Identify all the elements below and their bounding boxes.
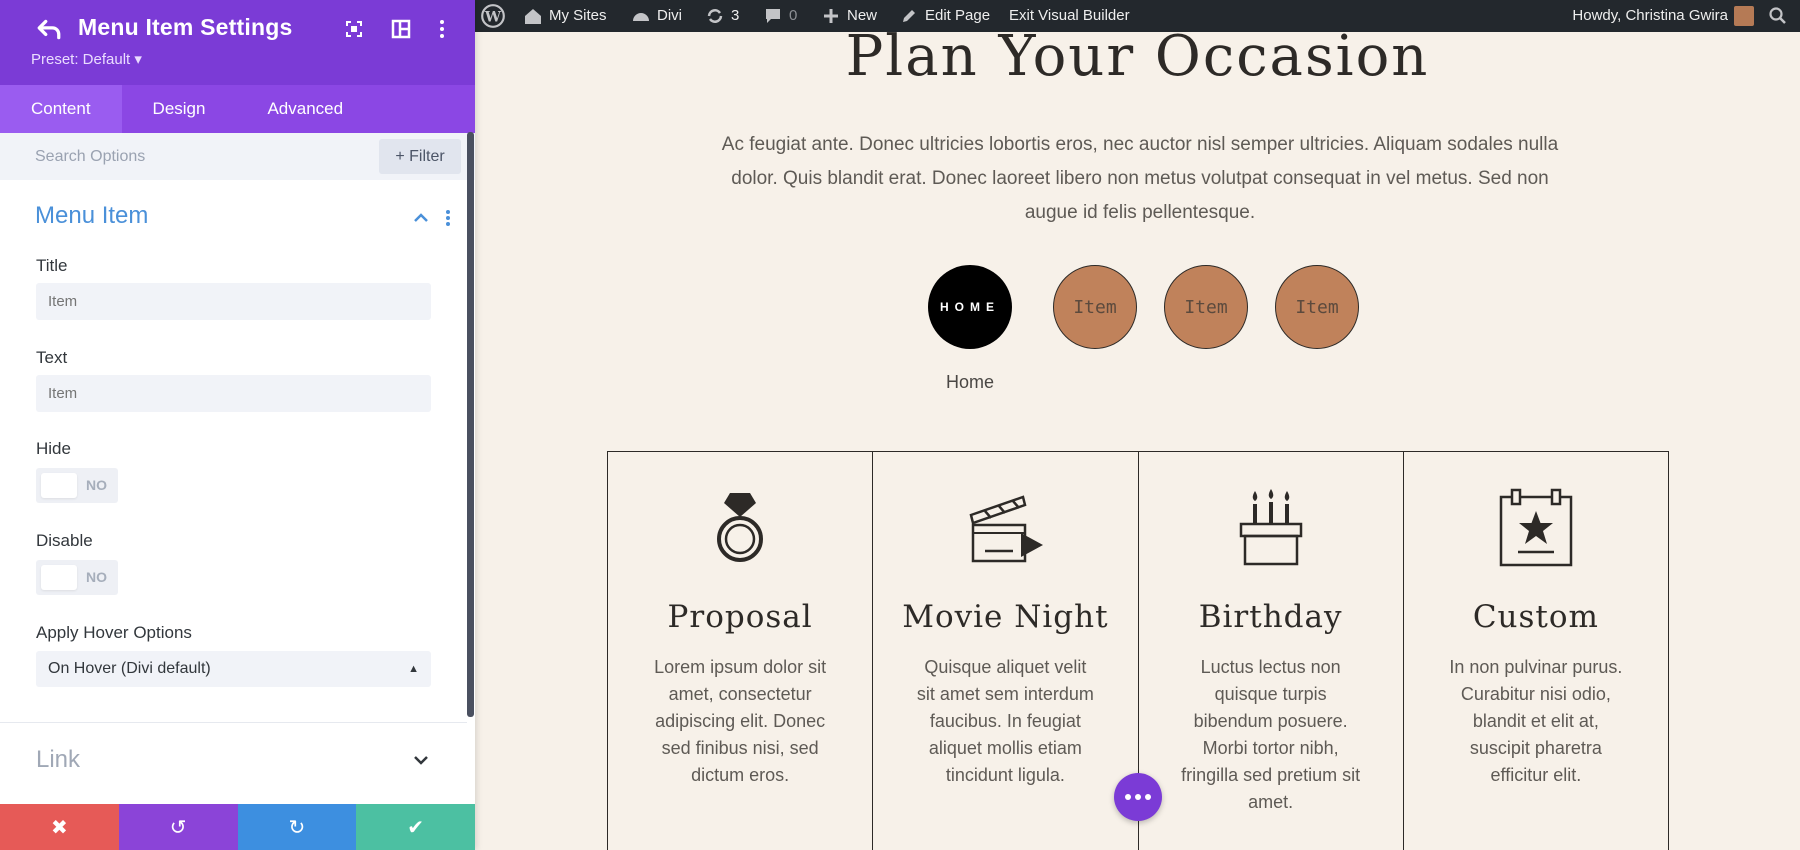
layout-columns-icon[interactable] bbox=[390, 18, 412, 40]
select-arrows-icon: ▲ bbox=[408, 663, 419, 675]
card-custom: Custom In non pulvinar purus. Curabitur … bbox=[1404, 452, 1668, 850]
section-title-menu-item[interactable]: Menu Item bbox=[35, 202, 148, 230]
svg-text:W: W bbox=[484, 8, 502, 25]
menu-item-home[interactable]: HOME bbox=[928, 265, 1012, 349]
dot-icon bbox=[1135, 794, 1141, 800]
builder-menu-button[interactable] bbox=[1114, 773, 1162, 821]
search-row: + Filter bbox=[0, 133, 475, 180]
hide-toggle[interactable]: NO bbox=[36, 468, 118, 503]
title-label: Title bbox=[36, 256, 68, 275]
chevron-up-icon[interactable] bbox=[411, 208, 431, 228]
disable-toggle[interactable]: NO bbox=[36, 560, 118, 595]
hover-select-value: On Hover (Divi default) bbox=[48, 660, 211, 677]
undo-button[interactable]: ↺ bbox=[118, 804, 238, 850]
back-arrow-icon[interactable] bbox=[36, 16, 62, 42]
card-title: Proposal bbox=[667, 599, 813, 635]
card-birthday: Birthday Luctus lectus non quisque turpi… bbox=[1139, 452, 1404, 850]
search-icon bbox=[1769, 7, 1786, 24]
card-text: Luctus lectus non quisque turpis bibendu… bbox=[1181, 657, 1361, 812]
avatar bbox=[1734, 6, 1754, 26]
toggle-knob bbox=[41, 473, 77, 498]
hide-label: Hide bbox=[36, 439, 71, 458]
birthday-cake-icon bbox=[1239, 489, 1302, 566]
home-caption: Home bbox=[945, 372, 994, 392]
comment-icon bbox=[766, 9, 780, 23]
hover-options-label: Apply Hover Options bbox=[36, 623, 192, 642]
menu-item-label: Item bbox=[1073, 296, 1117, 318]
panel-tabs: Content Design Advanced bbox=[0, 85, 475, 133]
preset-dropdown[interactable]: Preset: Default ▾ bbox=[31, 50, 142, 68]
dot-icon bbox=[1125, 794, 1131, 800]
chevron-down-icon[interactable] bbox=[411, 750, 431, 770]
disable-label: Disable bbox=[36, 531, 93, 550]
fullscreen-icon[interactable] bbox=[343, 18, 365, 40]
section-more-icon[interactable] bbox=[443, 208, 453, 228]
action-bar: ✖ ↺ ↻ ✔ bbox=[0, 804, 475, 850]
menu-item-1[interactable]: Item bbox=[1053, 265, 1137, 349]
clapperboard-icon bbox=[969, 495, 1044, 563]
redo-button[interactable]: ↻ bbox=[237, 804, 357, 850]
card-text: Quisque aliquet velit sit amet sem inter… bbox=[916, 657, 1094, 785]
plus-icon bbox=[824, 9, 838, 23]
menu-item-home-label: HOME bbox=[940, 300, 1000, 314]
card-text: In non pulvinar purus. Curabitur nisi od… bbox=[1449, 657, 1623, 785]
more-options-icon[interactable] bbox=[431, 18, 453, 40]
menu-item-3[interactable]: Item bbox=[1275, 265, 1359, 349]
panel-scrollbar[interactable] bbox=[467, 132, 474, 717]
card-title: Custom bbox=[1472, 599, 1599, 635]
panel-header: Menu Item Settings Preset: Default ▾ bbox=[0, 0, 475, 85]
check-button[interactable]: ✔ bbox=[356, 804, 475, 850]
ring-icon bbox=[717, 493, 764, 562]
hover-options-select[interactable]: On Hover (Divi default) ▲ bbox=[36, 651, 431, 687]
tab-advanced[interactable]: Advanced bbox=[236, 85, 374, 133]
calendar-star-icon bbox=[1499, 488, 1573, 567]
filter-button[interactable]: + Filter bbox=[379, 139, 461, 174]
tab-design[interactable]: Design bbox=[122, 85, 237, 133]
pencil-icon bbox=[903, 10, 915, 22]
section-divider bbox=[0, 722, 467, 723]
menu-item-2[interactable]: Item bbox=[1164, 265, 1248, 349]
page-heading: Plan Your Occasion bbox=[845, 24, 1430, 89]
toggle-state: NO bbox=[86, 569, 107, 585]
undo-icon: ↺ bbox=[169, 816, 187, 839]
toggle-knob bbox=[41, 565, 77, 590]
close-button[interactable]: ✖ bbox=[0, 804, 119, 850]
settings-panel: Menu Item Settings Preset: Default ▾ Con… bbox=[0, 0, 475, 850]
check-icon: ✔ bbox=[407, 816, 424, 839]
search-options-input[interactable] bbox=[0, 133, 370, 180]
tab-content[interactable]: Content bbox=[0, 85, 122, 133]
card-movie-night: Movie Night Quisque aliquet velit sit am… bbox=[873, 452, 1139, 850]
updates-icon bbox=[707, 9, 723, 23]
dot-icon bbox=[1145, 794, 1151, 800]
card-proposal: Proposal Lorem ipsum dolor sit amet, con… bbox=[608, 452, 874, 850]
card-title: Movie Night bbox=[902, 599, 1109, 635]
redo-icon: ↻ bbox=[288, 816, 306, 839]
menu-item-label: Item bbox=[1295, 296, 1339, 318]
menu-item-label: Item bbox=[1184, 296, 1228, 318]
text-label: Text bbox=[36, 348, 68, 367]
dashboard-icon bbox=[633, 13, 649, 21]
title-input[interactable] bbox=[36, 283, 431, 320]
intro-paragraph: Ac feugiat ante. Donec ultricies loborti… bbox=[721, 134, 1559, 223]
text-input[interactable] bbox=[36, 375, 431, 412]
close-icon: ✖ bbox=[50, 816, 68, 839]
my-sites-icon bbox=[525, 9, 541, 24]
section-title-link[interactable]: Link bbox=[36, 746, 80, 774]
panel-title: Menu Item Settings bbox=[78, 14, 293, 40]
card-text: Lorem ipsum dolor sit amet, consectetur … bbox=[654, 657, 827, 785]
toggle-state: NO bbox=[86, 477, 107, 493]
card-title: Birthday bbox=[1198, 599, 1343, 635]
